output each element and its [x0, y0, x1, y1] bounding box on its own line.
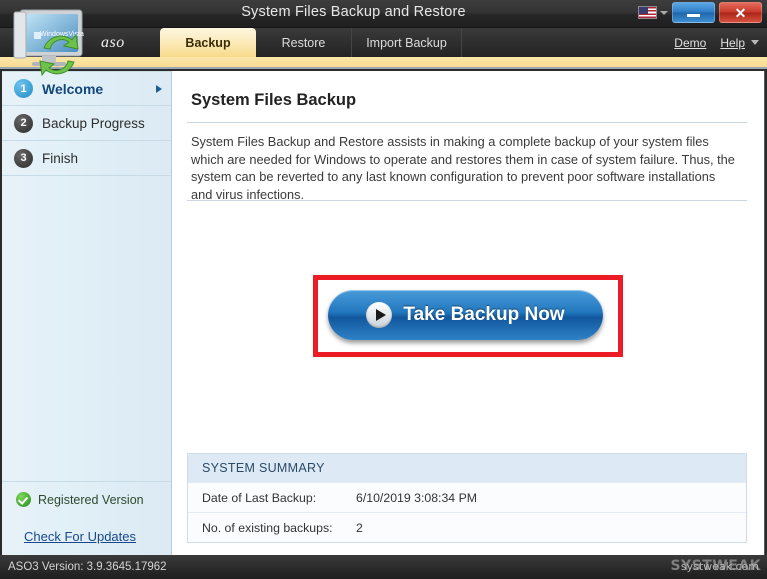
tab-backup[interactable]: Backup: [160, 28, 256, 57]
close-button[interactable]: ✕: [719, 2, 762, 23]
language-selector[interactable]: [638, 6, 668, 19]
sidebar-item-backup-progress[interactable]: 2 Backup Progress: [2, 106, 171, 141]
sidebar-item-label: Welcome: [42, 80, 104, 97]
registered-version-label: Registered Version: [38, 492, 144, 507]
summary-value: 2: [356, 520, 363, 535]
sidebar-item-label: Backup Progress: [42, 115, 145, 131]
divider-top: [187, 122, 747, 123]
page-title: System Files Backup: [191, 91, 357, 109]
watermark-subtext: systweak.com: [680, 560, 759, 573]
sidebar-item-welcome[interactable]: 1 Welcome: [2, 71, 171, 106]
summary-key: Date of Last Backup:: [202, 490, 317, 505]
amber-accent-band: [0, 57, 767, 69]
summary-row: Date of Last Backup: 6/10/2019 3:08:34 P…: [188, 482, 746, 512]
us-flag-icon: [638, 6, 657, 19]
chevron-right-icon: [156, 84, 162, 93]
check-updates-row: Check For Updates: [2, 517, 171, 555]
version-label: ASO3 Version: 3.9.3645.17962: [8, 561, 167, 573]
check-for-updates-link[interactable]: Check For Updates: [24, 529, 136, 544]
play-circle-icon: [366, 302, 393, 328]
summary-row: No. of existing backups: 2: [188, 512, 746, 542]
page-description: System Files Backup and Restore assists …: [191, 134, 735, 202]
minimize-button[interactable]: [672, 2, 715, 23]
check-circle-icon: [16, 492, 31, 507]
close-icon: ✕: [734, 4, 747, 21]
sidebar: 1 Welcome 2 Backup Progress 3 Finish Reg…: [2, 71, 172, 555]
step-number-badge: 2: [14, 113, 33, 133]
minimize-icon: [687, 14, 700, 17]
system-summary-panel: SYSTEM SUMMARY Date of Last Backup: 6/10…: [187, 453, 747, 543]
step-number-badge: 3: [14, 148, 33, 168]
tab-import-backup[interactable]: Import Backup: [352, 28, 462, 57]
summary-key: No. of existing backups:: [202, 520, 333, 535]
summary-value: 6/10/2019 3:08:34 PM: [356, 490, 478, 505]
chevron-down-icon: [660, 10, 668, 15]
sidebar-item-label: Finish: [42, 150, 79, 166]
take-backup-now-button[interactable]: Take Backup Now: [328, 290, 603, 340]
help-link[interactable]: Help: [720, 36, 745, 50]
demo-link[interactable]: Demo: [674, 36, 706, 50]
window-controls: ✕: [638, 2, 762, 23]
content-area: 1 Welcome 2 Backup Progress 3 Finish Reg…: [2, 71, 765, 555]
sidebar-item-finish[interactable]: 3 Finish: [2, 141, 171, 176]
system-summary-heading: SYSTEM SUMMARY: [188, 454, 746, 482]
tab-bar-actions: Demo Help: [674, 28, 759, 57]
tab-restore[interactable]: Restore: [256, 28, 352, 57]
tab-bar: aso Backup Restore Import Backup Demo He…: [0, 28, 767, 57]
tab-list: Backup Restore Import Backup: [160, 28, 462, 57]
title-bar: System Files Backup and Restore ✕: [0, 0, 767, 28]
sidebar-footer: Registered Version Check For Updates: [2, 481, 171, 555]
step-number-badge: 1: [14, 79, 33, 98]
main-panel: System Files Backup System Files Backup …: [173, 71, 764, 555]
take-backup-now-label: Take Backup Now: [403, 304, 565, 325]
application-window: System Files Backup and Restore ✕ aso Ba…: [0, 0, 767, 579]
help-chevron-down-icon[interactable]: [751, 40, 759, 45]
watermark: SYSTWEAK systweak.com: [670, 558, 761, 574]
status-bar: ASO3 Version: 3.9.3645.17962 SYSTWEAK sy…: [0, 555, 767, 579]
divider-bottom: [187, 200, 747, 201]
brand-logo-text: aso: [101, 34, 125, 51]
registered-version-row: Registered Version: [2, 481, 171, 517]
